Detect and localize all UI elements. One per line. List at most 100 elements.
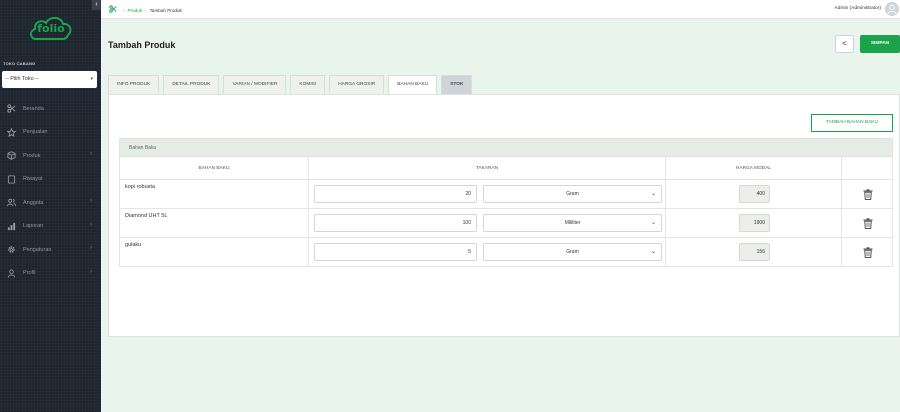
- users-icon: [6, 198, 17, 208]
- harga-modal-field: 1900: [739, 214, 770, 232]
- bahan-baku-name: Diamond UHT 5L: [120, 209, 309, 238]
- tab-harga-grosir[interactable]: HARGA GROSIR: [329, 75, 385, 94]
- takaran-cell: 20 Gram ⌄: [309, 180, 666, 209]
- column-header-harga-modal: HARGA MODAL: [666, 157, 842, 180]
- table-header: BAHAN BAKU TAKARAN HARGA MODAL: [119, 157, 893, 180]
- takaran-cell: 5 Gram ⌄: [309, 238, 666, 267]
- breadcrumb-separator: ›: [123, 7, 125, 13]
- column-header-actions: [842, 157, 893, 180]
- harga-modal-field: 400: [739, 185, 770, 203]
- sidebar-item-label: Anggota: [23, 199, 44, 206]
- sidebar-item-label: Beranda: [23, 105, 44, 112]
- bahan-baku-panel: TAMBAH BAHAN BAKU Bahan Baku BAHAN BAKU …: [108, 94, 900, 337]
- quantity-input[interactable]: 100: [314, 214, 477, 232]
- trash-icon[interactable]: [863, 218, 873, 229]
- breadcrumb: › Produk › Tambah Produk: [109, 5, 182, 15]
- actions-cell: [842, 238, 893, 267]
- sidebar-item-anggota[interactable]: Anggota ›: [0, 191, 101, 215]
- sidebar-item-pengaturan[interactable]: Pengaturan ›: [0, 238, 101, 262]
- table-row: gulaku 5 Gram ⌄ 156: [119, 238, 893, 267]
- breadcrumb-current: Tambah Produk: [149, 7, 182, 13]
- quantity-input[interactable]: 5: [314, 243, 477, 261]
- chevron-right-icon: ›: [90, 221, 92, 228]
- bahan-baku-name: kopi robusta: [120, 180, 309, 209]
- tab-detail-produk[interactable]: DETAIL PRODUK: [163, 75, 220, 94]
- toko-select-value: -- Pilih Toko --: [5, 76, 39, 82]
- chevron-down-icon: ⌄: [650, 249, 656, 255]
- harga-modal-field: 156: [739, 243, 770, 261]
- actions-cell: [842, 180, 893, 209]
- chevron-right-icon: ›: [90, 151, 92, 157]
- unit-select-value: Gram: [566, 191, 579, 197]
- box-icon: [6, 151, 17, 161]
- top-bar: › Produk › Tambah Produk Admin (Administ…: [101, 0, 900, 19]
- tab-bahan-baku[interactable]: BAHAN BAKU: [388, 75, 438, 95]
- toko-select[interactable]: -- Pilih Toko -- ▾: [2, 71, 97, 88]
- sidebar-nav: Beranda Penjualan Produk › Riwayat Anggo…: [0, 97, 101, 285]
- user-menu[interactable]: Admin (Administrator): [835, 6, 881, 11]
- sidebar-item-penjualan[interactable]: Penjualan: [0, 121, 101, 145]
- takaran-cell: 100 Mililiter ⌄: [309, 209, 666, 238]
- sidebar-item-label: Produk: [23, 152, 41, 159]
- table-row: kopi robusta 20 Gram ⌄ 400: [119, 180, 893, 209]
- harga-modal-cell: 400: [666, 180, 842, 209]
- sidebar-item-beranda[interactable]: Beranda: [0, 97, 101, 121]
- page-title: Tambah Produk: [108, 40, 176, 50]
- logo-text: folio: [37, 22, 65, 35]
- clipboard-icon: [6, 174, 17, 184]
- sidebar-item-label: Laporan: [23, 223, 44, 230]
- save-button[interactable]: SIMPAN: [860, 35, 900, 53]
- chevron-right-icon: ›: [90, 268, 92, 275]
- column-header-takaran: TAKARAN: [309, 157, 666, 180]
- avatar[interactable]: [885, 2, 899, 16]
- tab-stok[interactable]: STOK: [441, 75, 473, 94]
- tab-komisi[interactable]: KOMISI: [290, 75, 326, 94]
- unit-select[interactable]: Gram ⌄: [483, 185, 662, 203]
- sidebar-item-label: Penjualan: [23, 129, 48, 136]
- tab-info-produk[interactable]: INFO PRODUK: [108, 75, 160, 94]
- chevron-down-icon: ▾: [90, 76, 93, 82]
- product-tabs: INFO PRODUK DETAIL PRODUK VARIAN / MODIF…: [108, 75, 476, 95]
- sidebar-item-label: Pengaturan: [23, 246, 52, 253]
- add-bahan-baku-button[interactable]: TAMBAH BAHAN BAKU: [811, 114, 893, 132]
- trash-icon[interactable]: [863, 247, 873, 258]
- sidebar-item-produk[interactable]: Produk ›: [0, 144, 101, 168]
- user-icon: [6, 268, 17, 278]
- harga-modal-cell: 156: [666, 238, 842, 267]
- breadcrumb-separator: ›: [145, 7, 147, 13]
- star-icon: [6, 127, 17, 137]
- sidebar-item-riwayat[interactable]: Riwayat: [0, 168, 101, 192]
- home-icon[interactable]: [109, 5, 117, 15]
- sidebar-item-label: Riwayat: [23, 176, 43, 183]
- breadcrumb-produk-link[interactable]: Produk: [128, 8, 143, 13]
- unit-select[interactable]: Mililiter ⌄: [483, 214, 662, 232]
- table-row: Diamond UHT 5L 100 Mililiter ⌄ 1900: [119, 209, 893, 238]
- scissors-icon: [6, 104, 17, 114]
- section-title: Bahan Baku: [119, 138, 893, 157]
- chevron-down-icon: ⌄: [650, 220, 656, 226]
- unit-select[interactable]: Gram ⌄: [483, 243, 662, 261]
- bar-chart-icon: [6, 221, 17, 231]
- toko-cabang-label: TOKO CABANG: [3, 61, 36, 66]
- sidebar: ‹ folio TOKO CABANG -- Pilih Toko -- ▾ B…: [0, 0, 101, 412]
- gear-icon: [6, 245, 17, 255]
- unit-select-value: Gram: [566, 249, 579, 255]
- tab-varian-modifier[interactable]: VARIAN / MODIFIER: [223, 75, 287, 94]
- chevron-right-icon: ›: [90, 198, 92, 204]
- chevron-right-icon: ›: [90, 245, 92, 251]
- collapse-sidebar-button[interactable]: ‹: [92, 0, 101, 10]
- sidebar-item-laporan[interactable]: Laporan ›: [0, 215, 101, 239]
- logo: folio: [28, 13, 74, 43]
- sidebar-item-profil[interactable]: Profil ›: [0, 262, 101, 286]
- actions-cell: [842, 209, 893, 238]
- back-button[interactable]: <: [835, 35, 854, 53]
- sidebar-item-label: Profil: [23, 270, 36, 277]
- quantity-input[interactable]: 20: [314, 185, 477, 203]
- bahan-baku-table: Bahan Baku BAHAN BAKU TAKARAN HARGA MODA…: [119, 138, 893, 267]
- unit-select-value: Mililiter: [564, 220, 581, 226]
- harga-modal-cell: 1900: [666, 209, 842, 238]
- chevron-down-icon: ⌄: [650, 191, 656, 197]
- bahan-baku-name: gulaku: [120, 238, 309, 267]
- trash-icon[interactable]: [863, 189, 873, 200]
- column-header-bahan-baku: BAHAN BAKU: [120, 157, 309, 180]
